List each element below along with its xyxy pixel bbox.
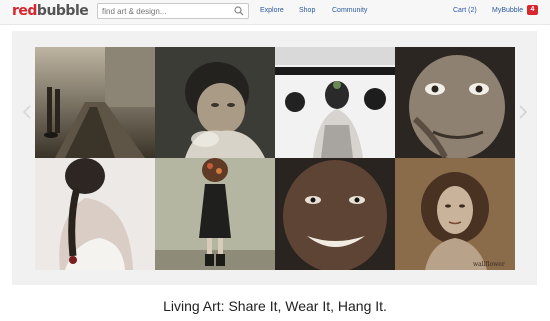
vintage-woman-portrait-photo[interactable]: wallflower — [395, 158, 515, 270]
mybubble-link[interactable]: MyBubble — [492, 7, 523, 14]
nav-shop-link[interactable]: Shop — [299, 7, 315, 14]
logo-red-part: red — [12, 3, 37, 19]
tagline: Living Art: Share It, Wear It, Hang It. — [163, 298, 387, 314]
cart-link[interactable]: Cart (2) — [453, 7, 477, 14]
smoking-man-photo[interactable] — [155, 47, 275, 158]
search-input[interactable] — [98, 4, 230, 18]
chevron-left-icon[interactable] — [22, 104, 32, 120]
logo-bubble-part: bubble — [36, 3, 89, 19]
search-box — [97, 3, 249, 19]
braided-woman-back-photo[interactable] — [35, 158, 155, 270]
girl-flowers-face-photo[interactable] — [155, 158, 275, 270]
top-navigation-bar: redbubble Explore Shop Community Cart (2… — [0, 0, 550, 25]
nav-explore-link[interactable]: Explore — [260, 7, 284, 14]
search-icon[interactable] — [234, 6, 244, 16]
wallflower-label: wallflower — [473, 261, 505, 268]
smiling-man-portrait-photo[interactable] — [275, 158, 395, 270]
chevron-right-icon[interactable] — [518, 104, 528, 120]
notification-badge[interactable]: 4 — [527, 5, 538, 15]
old-man-face-photo[interactable] — [395, 47, 515, 158]
railway-legs-photo[interactable] — [35, 47, 155, 158]
artwork-grid: wallflower — [35, 47, 515, 270]
nav-community-link[interactable]: Community — [332, 7, 367, 14]
redbubble-logo[interactable]: redbubble — [12, 3, 89, 19]
woman-back-tattoo-photo[interactable] — [275, 47, 395, 158]
